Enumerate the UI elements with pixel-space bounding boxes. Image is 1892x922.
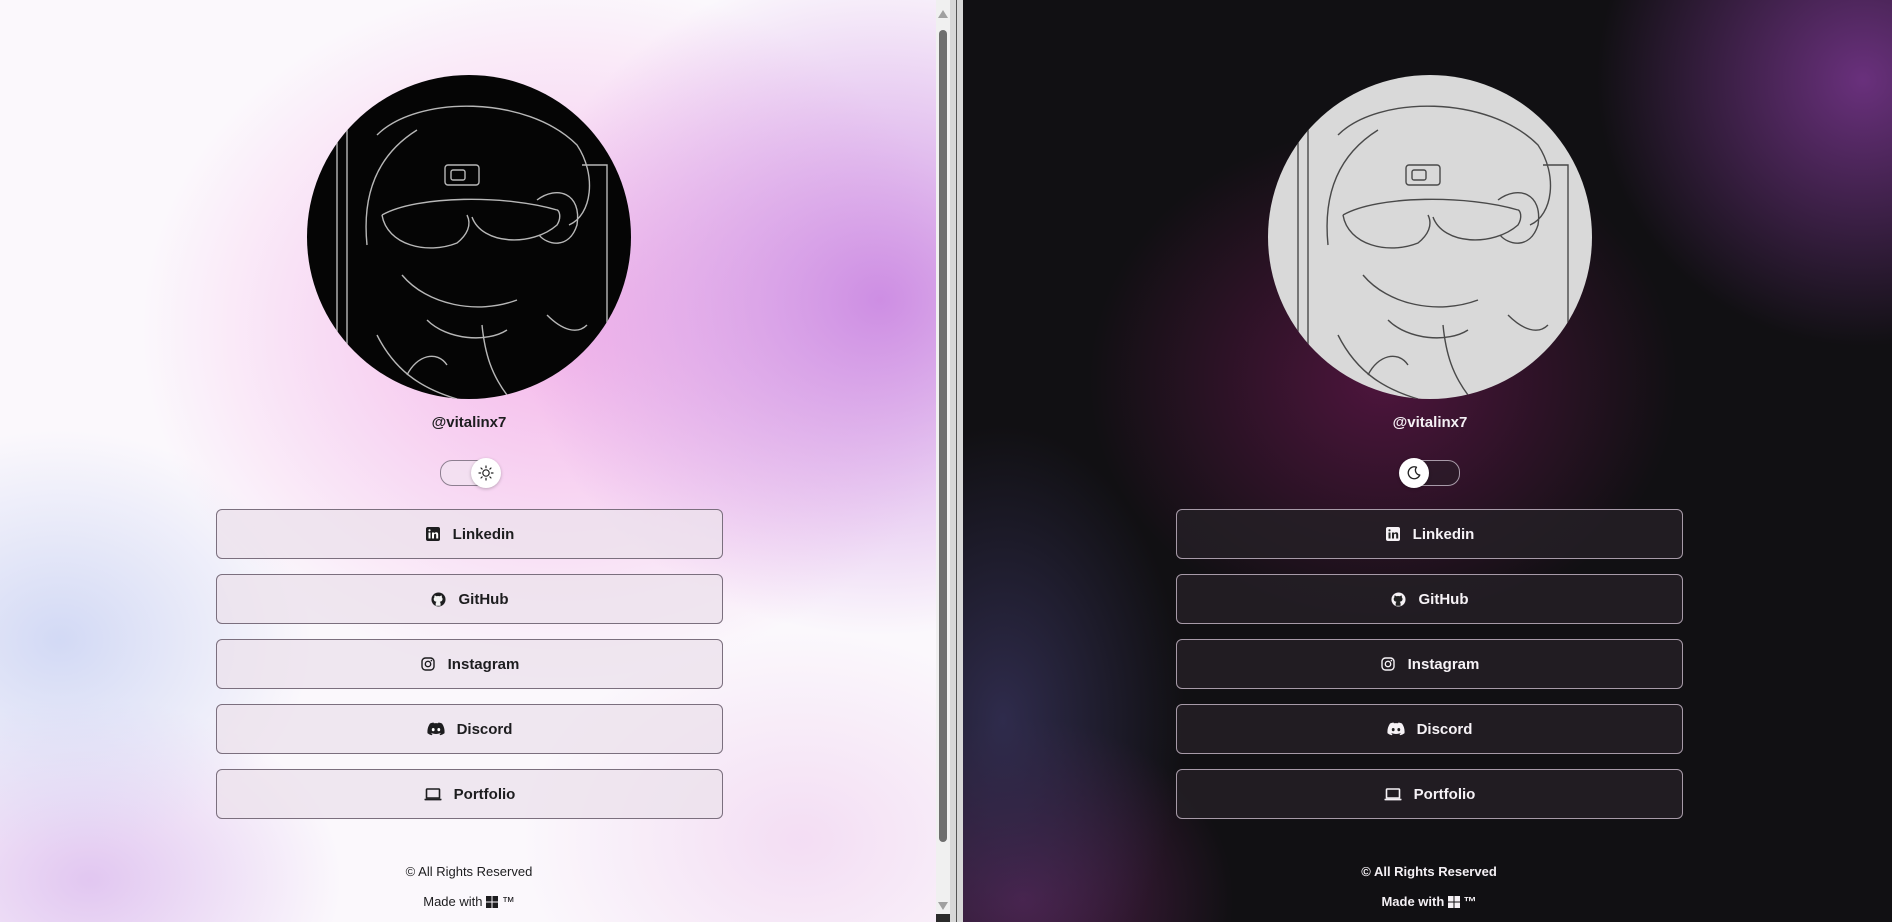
link-label: Linkedin (1412, 525, 1475, 543)
discord-icon (426, 721, 445, 737)
avatar-sketch-image (1297, 105, 1569, 399)
instagram-link-button[interactable]: Instagram (216, 639, 723, 689)
scroll-down-arrow-icon[interactable] (938, 902, 948, 910)
github-link-button[interactable]: GitHub (216, 574, 723, 624)
link-label: Portfolio (1413, 785, 1476, 803)
username-label: @vitalinx7 (1392, 414, 1468, 431)
github-icon (1391, 591, 1407, 607)
trademark-symbol: ™ (1463, 894, 1477, 909)
dark-theme-panel: @vitalinx7 Linkedin GitHub Instagram Dis… (963, 0, 1892, 922)
footer-copyright: © All Rights Reserved (405, 864, 533, 879)
portfolio-link-button[interactable]: Portfolio (1176, 769, 1683, 819)
linkedin-icon (1385, 526, 1401, 542)
profile-page-light: @vitalinx7 Linkedin GitHub Instagram Dis… (0, 0, 936, 922)
link-label: Discord (1416, 720, 1473, 738)
footer-copyright: © All Rights Reserved (1361, 864, 1497, 879)
linkedin-icon (425, 526, 441, 542)
link-label: Instagram (1407, 655, 1480, 673)
made-with-text: Made with (423, 894, 483, 909)
theme-toggle[interactable] (440, 458, 501, 488)
github-link-button[interactable]: GitHub (1176, 574, 1683, 624)
laptop-icon (1384, 786, 1402, 802)
theme-toggle[interactable] (1399, 458, 1460, 488)
link-label: GitHub (458, 590, 509, 608)
footer-made-with: Made with ™ (1279, 894, 1579, 909)
profile-avatar (307, 75, 631, 399)
windows-icon (1447, 896, 1460, 908)
laptop-icon (424, 786, 442, 802)
discord-icon (1386, 721, 1405, 737)
made-with-text: Made with (1381, 894, 1445, 909)
linkedin-link-button[interactable]: Linkedin (216, 509, 723, 559)
instagram-link-button[interactable]: Instagram (1176, 639, 1683, 689)
link-label: Instagram (447, 655, 520, 673)
scrollbar-thumb[interactable] (939, 30, 947, 842)
vertical-scrollbar[interactable] (936, 0, 950, 914)
link-label: Linkedin (452, 525, 515, 543)
social-links-list: Linkedin GitHub Instagram Discord Portfo… (1176, 509, 1683, 834)
windows-icon (486, 896, 499, 908)
sun-icon (471, 458, 501, 488)
link-label: Discord (456, 720, 513, 738)
scroll-up-arrow-icon[interactable] (938, 10, 948, 18)
github-icon (431, 591, 447, 607)
link-label: GitHub (1418, 590, 1469, 608)
username-label: @vitalinx7 (431, 414, 507, 431)
link-label: Portfolio (453, 785, 516, 803)
light-theme-panel: @vitalinx7 Linkedin GitHub Instagram Dis… (0, 0, 936, 922)
social-links-list: Linkedin GitHub Instagram Discord Portfo… (216, 509, 723, 834)
avatar-sketch-image (336, 105, 608, 399)
discord-link-button[interactable]: Discord (216, 704, 723, 754)
trademark-symbol: ™ (501, 894, 515, 909)
profile-page-dark: @vitalinx7 Linkedin GitHub Instagram Dis… (963, 0, 1892, 922)
moon-icon (1399, 458, 1429, 488)
footer-made-with: Made with ™ (319, 894, 619, 909)
portfolio-link-button[interactable]: Portfolio (216, 769, 723, 819)
instagram-icon (1380, 656, 1396, 672)
discord-link-button[interactable]: Discord (1176, 704, 1683, 754)
panel-divider (950, 0, 963, 922)
instagram-icon (420, 656, 436, 672)
profile-avatar (1268, 75, 1592, 399)
linkedin-link-button[interactable]: Linkedin (1176, 509, 1683, 559)
